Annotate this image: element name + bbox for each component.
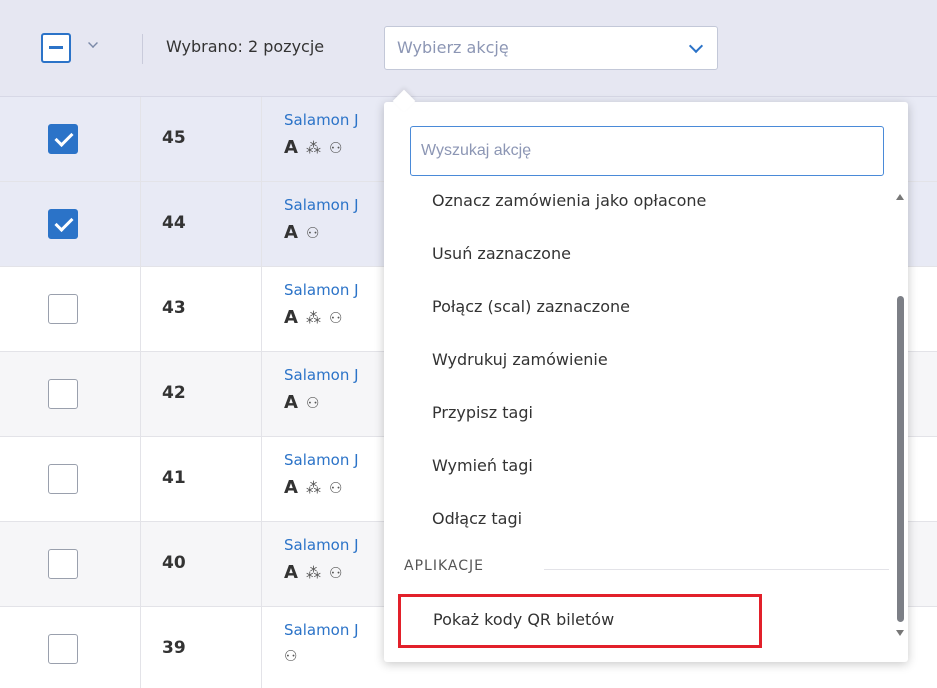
action-menu: Oznacz zamówienia jako opłacone Usuń zaz… <box>384 182 894 553</box>
source-a-icon: A <box>284 137 298 158</box>
column-divider <box>261 522 262 606</box>
order-number: 41 <box>162 468 186 488</box>
order-number: 40 <box>162 553 186 573</box>
chevron-down-icon[interactable] <box>88 38 98 48</box>
scroll-up-arrow-icon[interactable] <box>896 194 904 200</box>
action-search-input[interactable] <box>410 126 884 176</box>
action-dropdown: Oznacz zamówienia jako opłacone Usuń zaz… <box>384 102 908 662</box>
row-icons: A ⁂ ⚇ <box>284 477 342 498</box>
menu-item-assign-tags[interactable]: Przypisz tagi <box>384 394 894 447</box>
user-x-icon: ⚇ <box>328 138 343 157</box>
user-x-icon: ⚇ <box>284 647 298 665</box>
order-number: 39 <box>162 638 186 658</box>
menu-item-show-ticket-qr-codes[interactable]: Pokaż kody QR biletów <box>398 594 762 648</box>
row-icons: A ⚇ <box>284 392 319 413</box>
source-a-icon: A <box>284 222 298 243</box>
menu-item-delete-selected[interactable]: Usuń zaznaczone <box>384 235 894 288</box>
row-checkbox[interactable] <box>48 379 78 409</box>
menu-item-replace-tags[interactable]: Wymień tagi <box>384 447 894 500</box>
row-icons: A ⁂ ⚇ <box>284 137 342 158</box>
customer-link[interactable]: Salamon J <box>284 451 359 469</box>
column-divider <box>140 522 141 606</box>
column-divider <box>140 352 141 436</box>
source-a-icon: A <box>284 307 298 328</box>
chevron-down-icon <box>688 38 704 54</box>
customer-link[interactable]: Salamon J <box>284 281 359 299</box>
action-select[interactable]: Wybierz akcję <box>384 26 718 70</box>
user-x-icon: ⚇ <box>305 393 320 412</box>
invoice-icon: ⁂ <box>305 478 321 497</box>
bulk-select-checkbox[interactable] <box>41 33 71 63</box>
row-checkbox[interactable] <box>48 209 78 239</box>
column-divider <box>261 437 262 521</box>
action-select-placeholder: Wybierz akcję <box>397 38 509 57</box>
column-divider <box>140 182 141 266</box>
source-a-icon: A <box>284 477 298 498</box>
customer-link[interactable]: Salamon J <box>284 196 359 214</box>
row-checkbox[interactable] <box>48 294 78 324</box>
menu-item-mark-paid[interactable]: Oznacz zamówienia jako opłacone <box>384 182 894 235</box>
customer-link[interactable]: Salamon J <box>284 621 359 639</box>
menu-item-detach-tags[interactable]: Odłącz tagi <box>384 500 894 553</box>
customer-link[interactable]: Salamon J <box>284 111 359 129</box>
customer-link[interactable]: Salamon J <box>284 536 359 554</box>
invoice-icon: ⁂ <box>305 563 321 582</box>
row-icons: A ⚇ <box>284 222 319 243</box>
order-number: 45 <box>162 128 186 148</box>
user-x-icon: ⚇ <box>328 563 343 582</box>
column-divider <box>261 352 262 436</box>
invoice-icon: ⁂ <box>305 308 321 327</box>
row-icons: ⚇ <box>284 647 297 665</box>
menu-group-label: APLIKACJE <box>404 558 484 574</box>
source-a-icon: A <box>284 392 298 413</box>
column-divider <box>140 437 141 521</box>
column-divider <box>140 97 141 181</box>
row-checkbox[interactable] <box>48 634 78 664</box>
row-icons: A ⁂ ⚇ <box>284 562 342 583</box>
order-number: 42 <box>162 383 186 403</box>
selected-count-label: Wybrano: 2 pozycje <box>166 37 325 56</box>
source-a-icon: A <box>284 562 298 583</box>
invoice-icon: ⁂ <box>305 138 321 157</box>
dropdown-scrollbar[interactable] <box>897 296 904 622</box>
row-checkbox[interactable] <box>48 124 78 154</box>
column-divider <box>140 607 141 688</box>
column-divider <box>261 267 262 351</box>
scroll-down-arrow-icon[interactable] <box>896 630 904 636</box>
row-checkbox[interactable] <box>48 549 78 579</box>
row-icons: A ⁂ ⚇ <box>284 307 342 328</box>
menu-item-print-order[interactable]: Wydrukuj zamówienie <box>384 341 894 394</box>
column-divider <box>261 607 262 688</box>
user-x-icon: ⚇ <box>305 223 320 242</box>
user-x-icon: ⚇ <box>328 308 343 327</box>
column-divider <box>261 182 262 266</box>
order-number: 43 <box>162 298 186 318</box>
menu-group-divider <box>544 569 889 570</box>
customer-link[interactable]: Salamon J <box>284 366 359 384</box>
order-number: 44 <box>162 213 186 233</box>
column-divider <box>261 97 262 181</box>
column-divider <box>140 267 141 351</box>
menu-item-merge-selected[interactable]: Połącz (scal) zaznaczone <box>384 288 894 341</box>
toolbar-divider <box>142 34 143 64</box>
bulk-action-toolbar: Wybrano: 2 pozycje Wybierz akcję <box>0 0 937 97</box>
row-checkbox[interactable] <box>48 464 78 494</box>
user-x-icon: ⚇ <box>328 478 343 497</box>
